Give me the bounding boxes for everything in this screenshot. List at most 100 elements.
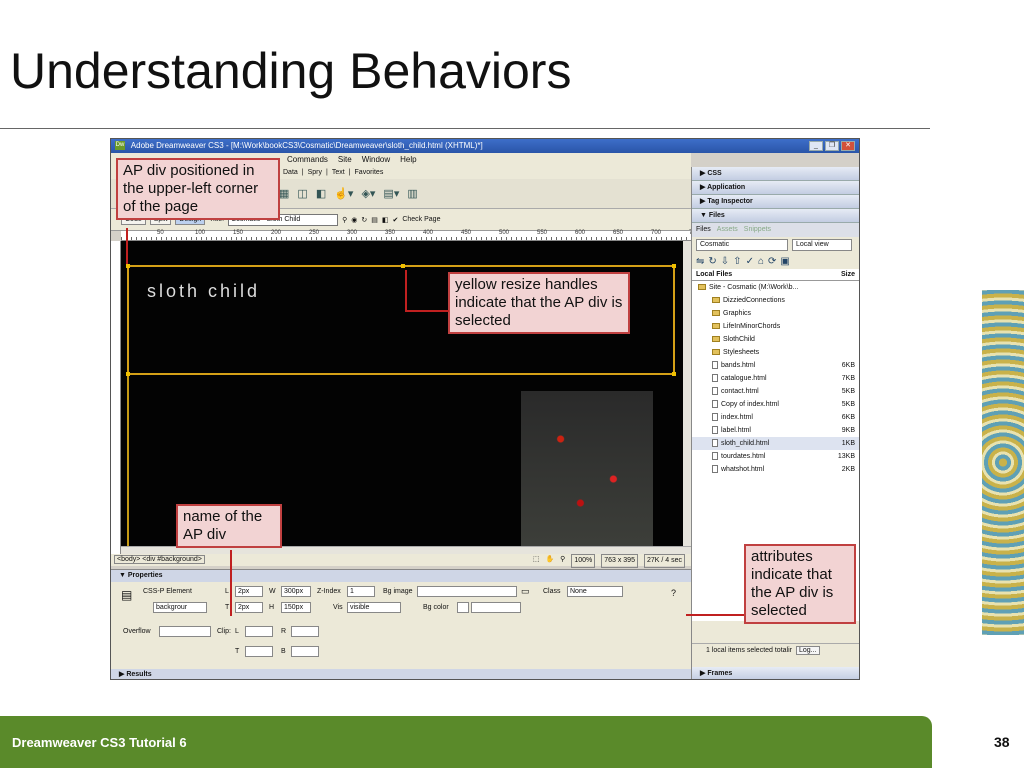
clip-l-input[interactable] bbox=[245, 626, 273, 637]
tab-assets[interactable]: Assets bbox=[717, 223, 738, 237]
file-tree-item[interactable]: index.html 6KB bbox=[692, 411, 859, 424]
html-file-icon bbox=[712, 374, 718, 383]
log-button[interactable]: Log... bbox=[795, 646, 820, 655]
tab-snippets[interactable]: Snippets bbox=[744, 223, 771, 237]
file-tree-item[interactable]: Site - Cosmatic (M:\Work\b... bbox=[692, 281, 859, 294]
overflow-select[interactable] bbox=[159, 626, 211, 637]
clip-t-input[interactable] bbox=[245, 646, 273, 657]
connect-icon[interactable]: ⇋ bbox=[696, 256, 704, 267]
date-icon[interactable]: ◧ bbox=[316, 187, 326, 200]
file-tree-item[interactable]: bands.html 6KB bbox=[692, 359, 859, 372]
template-icon[interactable]: ◈▾ bbox=[361, 187, 375, 200]
visual-aids-icon[interactable]: ◧ bbox=[382, 216, 389, 224]
tag-inspector-panel-header[interactable]: ▶ Tag Inspector bbox=[692, 195, 859, 209]
h-input[interactable]: 150px bbox=[281, 602, 311, 613]
menu-site[interactable]: Site bbox=[338, 153, 352, 167]
menu-window[interactable]: Window bbox=[362, 153, 390, 167]
menu-commands[interactable]: Commands bbox=[287, 153, 328, 167]
hand-tool-icon[interactable]: ✋ bbox=[545, 554, 554, 568]
file-tree-item[interactable]: whatshot.html 2KB bbox=[692, 463, 859, 476]
callout-arrow bbox=[126, 228, 128, 264]
clip-b-input[interactable] bbox=[291, 646, 319, 657]
element-name-select[interactable]: backgrour bbox=[153, 602, 207, 613]
l-input[interactable]: 2px bbox=[235, 586, 263, 597]
vertical-scrollbar[interactable] bbox=[683, 241, 691, 546]
file-tree-item[interactable]: LifeInMinorChords bbox=[692, 320, 859, 333]
hand-icon[interactable]: ☝▾ bbox=[334, 187, 353, 200]
file-tree-item[interactable]: Graphics bbox=[692, 307, 859, 320]
css-panel-header[interactable]: ▶ CSS bbox=[692, 167, 859, 181]
file-tree-item[interactable]: tourdates.html 13KB bbox=[692, 450, 859, 463]
zoom-tool-icon[interactable]: ⚲ bbox=[560, 554, 565, 568]
size-label: Size bbox=[840, 271, 855, 278]
file-tree-item[interactable]: catalogue.html 7KB bbox=[692, 372, 859, 385]
close-button[interactable]: ✕ bbox=[841, 141, 855, 151]
resize-handle[interactable] bbox=[401, 264, 405, 268]
minimize-button[interactable]: _ bbox=[809, 141, 823, 151]
insert-tab-data[interactable]: Data bbox=[283, 167, 298, 179]
insert-tab-favorites[interactable]: Favorites bbox=[355, 167, 384, 179]
checkout-icon[interactable]: ✓ bbox=[746, 256, 754, 267]
bg-color-swatch[interactable] bbox=[457, 602, 469, 613]
clip-t-label: T bbox=[235, 648, 240, 655]
folder-icon[interactable]: ▭ bbox=[521, 586, 530, 597]
menu-help[interactable]: Help bbox=[400, 153, 416, 167]
clip-l-label: L bbox=[235, 628, 239, 635]
check-page-button[interactable]: Check Page bbox=[402, 216, 440, 223]
library-icon[interactable]: ▥ bbox=[407, 187, 417, 200]
file-tree-item[interactable]: Copy of index.html 5KB bbox=[692, 398, 859, 411]
properties-header[interactable]: ▼ Properties bbox=[111, 570, 691, 582]
site-select[interactable]: Cosmatic bbox=[696, 239, 788, 251]
file-tree-item[interactable]: SlothChild bbox=[692, 333, 859, 346]
class-select[interactable]: None bbox=[567, 586, 623, 597]
document-icon[interactable]: ▤▾ bbox=[383, 187, 399, 200]
resize-handle[interactable] bbox=[672, 264, 676, 268]
frames-panel-header[interactable]: ▶ Frames bbox=[692, 667, 859, 679]
media-icon[interactable]: ◫ bbox=[297, 187, 307, 200]
insert-tab-text[interactable]: Text bbox=[332, 167, 345, 179]
refresh-icon[interactable]: ↻ bbox=[361, 216, 367, 224]
local-files-header: Local Files Size bbox=[692, 269, 859, 281]
file-tree-item[interactable]: Stylesheets bbox=[692, 346, 859, 359]
bg-color-input[interactable] bbox=[471, 602, 521, 613]
select-tool-icon[interactable]: ⬚ bbox=[533, 554, 540, 568]
view-select[interactable]: Local view bbox=[792, 239, 852, 251]
checkin-icon[interactable]: ⌂ bbox=[758, 256, 764, 267]
tab-files[interactable]: Files bbox=[696, 223, 711, 237]
view-options-icon[interactable]: ▤ bbox=[371, 216, 378, 224]
tag-selector[interactable]: <body> <div #background> bbox=[114, 555, 205, 564]
window-size-select[interactable]: 763 x 395 bbox=[601, 554, 638, 568]
files-panel-header[interactable]: ▼ Files bbox=[692, 209, 859, 223]
expand-icon[interactable]: ▣ bbox=[780, 256, 789, 267]
file-tree-item[interactable]: sloth_child.html 1KB bbox=[692, 437, 859, 450]
w-input[interactable]: 300px bbox=[281, 586, 311, 597]
resize-handle[interactable] bbox=[126, 372, 130, 376]
ruler-tick-label: 600 bbox=[575, 230, 586, 236]
refresh-icon[interactable]: ↻ bbox=[708, 256, 716, 267]
file-tree-item[interactable]: DizziedConnections bbox=[692, 294, 859, 307]
results-panel-header[interactable]: ▶ Results bbox=[111, 669, 691, 679]
help-icon[interactable]: ? bbox=[671, 588, 676, 598]
files-tabs: Files Assets Snippets bbox=[692, 223, 859, 237]
application-panel-header[interactable]: ▶ Application bbox=[692, 181, 859, 195]
resize-handle[interactable] bbox=[672, 372, 676, 376]
browser-check-icon[interactable]: ⚲ bbox=[342, 216, 347, 224]
file-tree-item[interactable]: contact.html 5KB bbox=[692, 385, 859, 398]
get-files-icon[interactable]: ⇩ bbox=[721, 256, 729, 267]
image-icon[interactable]: ▦ bbox=[279, 187, 289, 200]
zoom-select[interactable]: 100% bbox=[571, 554, 596, 568]
preview-icon[interactable]: ◉ bbox=[351, 216, 357, 224]
file-size: 6KB bbox=[841, 414, 855, 421]
sync-icon[interactable]: ⟳ bbox=[768, 256, 776, 267]
clip-r-input[interactable] bbox=[291, 626, 319, 637]
t-input[interactable]: 2px bbox=[235, 602, 263, 613]
bg-image-input[interactable] bbox=[417, 586, 517, 597]
file-tree-item[interactable]: label.html 9KB bbox=[692, 424, 859, 437]
zindex-input[interactable]: 1 bbox=[347, 586, 375, 597]
validate-icon[interactable]: ✔ bbox=[392, 216, 398, 224]
resize-handle[interactable] bbox=[126, 264, 130, 268]
vis-select[interactable]: visible bbox=[347, 602, 401, 613]
put-files-icon[interactable]: ⇧ bbox=[733, 256, 741, 267]
maximize-button[interactable]: ❐ bbox=[825, 141, 839, 151]
insert-tab-spry[interactable]: Spry bbox=[308, 167, 322, 179]
